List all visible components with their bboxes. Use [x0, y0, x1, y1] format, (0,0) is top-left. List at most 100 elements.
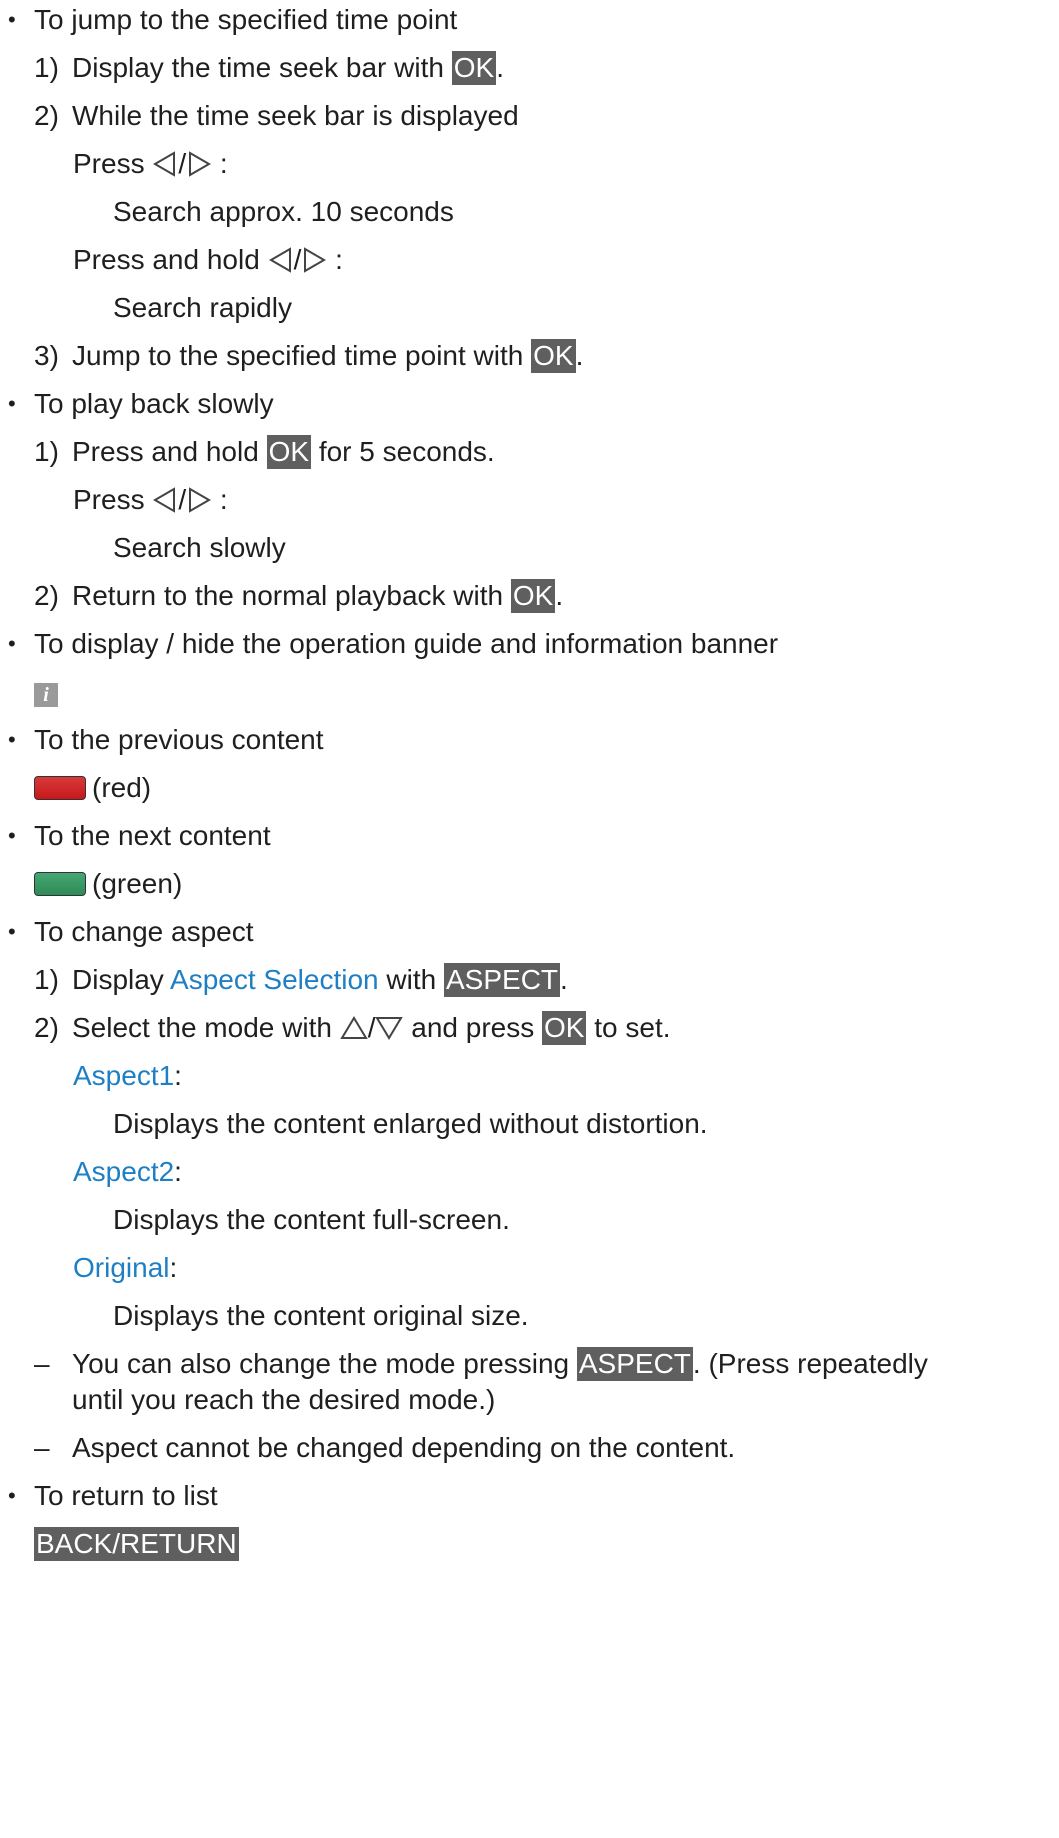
section-title: To the previous content	[34, 724, 324, 755]
press-left-right: Press / :	[73, 483, 228, 517]
step-1: 1) Press and hold OK for 5 seconds.	[34, 435, 495, 469]
step-text-content: Display the time seek bar with	[72, 52, 452, 83]
press-hold-description: Search rapidly	[113, 292, 292, 323]
bullet: •	[8, 631, 16, 656]
mode-original: Original:	[73, 1251, 177, 1285]
press-description: Search slowly	[113, 532, 286, 563]
info-icon: i	[34, 683, 58, 707]
step-text: While the time seek bar is displayed	[72, 100, 519, 131]
press-description: Search approx. 10 seconds	[113, 196, 454, 227]
step-text-content: Jump to the specified time point with	[72, 340, 532, 371]
note-text: Aspect cannot be changed depending on th…	[72, 1432, 736, 1463]
step-number: 2)	[34, 1012, 59, 1043]
colon: :	[174, 1156, 182, 1187]
colon: :	[219, 484, 228, 515]
mode-description: Displays the content original size.	[113, 1300, 529, 1331]
separator: /	[367, 1012, 376, 1043]
press-label: Press	[73, 484, 145, 515]
dash: –	[34, 1348, 50, 1379]
mode-aspect1: Aspect1:	[73, 1059, 182, 1093]
mode-name-link[interactable]: Original	[73, 1252, 169, 1283]
step-1: 1) Display Aspect Selection with ASPECT.	[34, 963, 568, 997]
green-key-line: (green)	[34, 867, 182, 901]
red-key-line: (red)	[34, 771, 151, 805]
color-label: (red)	[92, 772, 152, 803]
ok-key: OK	[542, 1011, 587, 1045]
note-2: – Aspect cannot be changed depending on …	[34, 1431, 735, 1465]
note-1-continuation: until you reach the desired mode.)	[72, 1384, 496, 1415]
bullet: •	[8, 1483, 16, 1508]
up-triangle-icon	[339, 1015, 368, 1039]
right-triangle-icon	[189, 150, 212, 177]
step-text-mid: with	[378, 964, 444, 995]
ok-key: OK	[266, 435, 312, 469]
separator: /	[293, 244, 302, 275]
step-text-pre: Display	[72, 964, 171, 995]
bullet: •	[8, 391, 16, 416]
mode-description: Displays the content enlarged without di…	[113, 1108, 708, 1139]
section-title: To display / hide the operation guide an…	[34, 628, 779, 659]
step-text-post: to set.	[586, 1012, 671, 1043]
ok-key: OK	[531, 339, 576, 373]
color-label: (green)	[92, 868, 183, 899]
step-number: 1)	[34, 436, 59, 467]
press-label: Press	[73, 148, 145, 179]
step-end: .	[560, 964, 568, 995]
red-button-icon	[34, 775, 86, 800]
ok-key: OK	[451, 51, 497, 85]
step-end: .	[575, 340, 584, 371]
right-triangle-icon	[189, 486, 212, 513]
step-text-pre: Press and hold	[72, 436, 267, 467]
step-number: 1)	[34, 52, 59, 83]
separator: /	[178, 484, 187, 515]
mode-name-link[interactable]: Aspect1	[73, 1060, 174, 1091]
step-text-mid: and press	[403, 1012, 543, 1043]
down-triangle-icon	[375, 1016, 404, 1040]
step-2: 2) Return to the normal playback with OK…	[34, 579, 563, 613]
left-triangle-icon	[153, 486, 176, 513]
note-1: – You can also change the mode pressing …	[34, 1347, 928, 1381]
colon: :	[219, 148, 228, 179]
step-2: 2) Select the mode with / and press OK t…	[34, 1011, 671, 1045]
separator: /	[178, 148, 187, 179]
press-hold-label: Press and hold	[73, 244, 260, 275]
note-text-post: . (Press repeatedly	[692, 1348, 928, 1379]
back-return-line: BACK/RETURN	[34, 1527, 239, 1561]
step-number: 2)	[34, 100, 59, 131]
aspect-selection-link[interactable]: Aspect Selection	[170, 964, 379, 995]
step-text: Jump to the specified time point with OK…	[72, 339, 583, 373]
right-triangle-icon	[304, 246, 327, 273]
section-title: To return to list	[34, 1480, 218, 1511]
step-text: Display Aspect Selection with ASPECT.	[72, 963, 568, 997]
step-text: Return to the normal playback with OK.	[72, 579, 563, 613]
left-triangle-icon	[268, 246, 291, 273]
step-number: 1)	[34, 964, 59, 995]
bullet: •	[8, 727, 16, 752]
note-text: You can also change the mode pressing AS…	[72, 1347, 928, 1381]
section-title: To the next content	[34, 820, 271, 851]
aspect-key: ASPECT	[576, 1347, 693, 1381]
bullet: •	[8, 919, 16, 944]
bullet: •	[8, 823, 16, 848]
step-number: 3)	[34, 340, 59, 371]
press-hold-left-right: Press and hold / :	[73, 243, 343, 277]
note-text-pre: You can also change the mode pressing	[72, 1348, 577, 1379]
mode-name-link[interactable]: Aspect2	[73, 1156, 174, 1187]
left-triangle-icon	[153, 150, 176, 177]
step-end: .	[555, 580, 564, 611]
step-number: 2)	[34, 580, 59, 611]
step-2: 2) While the time seek bar is displayed	[34, 99, 519, 133]
step-text: Display the time seek bar with OK.	[72, 51, 504, 85]
section-title: To play back slowly	[34, 388, 274, 419]
step-text: Press and hold OK for 5 seconds.	[72, 435, 495, 469]
press-left-right: Press / :	[73, 147, 228, 181]
step-end: .	[496, 52, 504, 83]
step-3: 3) Jump to the specified time point with…	[34, 339, 583, 373]
colon: :	[174, 1060, 182, 1091]
step-text-content: Return to the normal playback with	[72, 580, 511, 611]
section-title: To change aspect	[34, 916, 254, 947]
info-key-line: i	[34, 675, 58, 709]
aspect-key: ASPECT	[443, 963, 561, 997]
back-return-key: BACK/RETURN	[34, 1527, 239, 1561]
step-text-pre: Select the mode with	[72, 1012, 340, 1043]
